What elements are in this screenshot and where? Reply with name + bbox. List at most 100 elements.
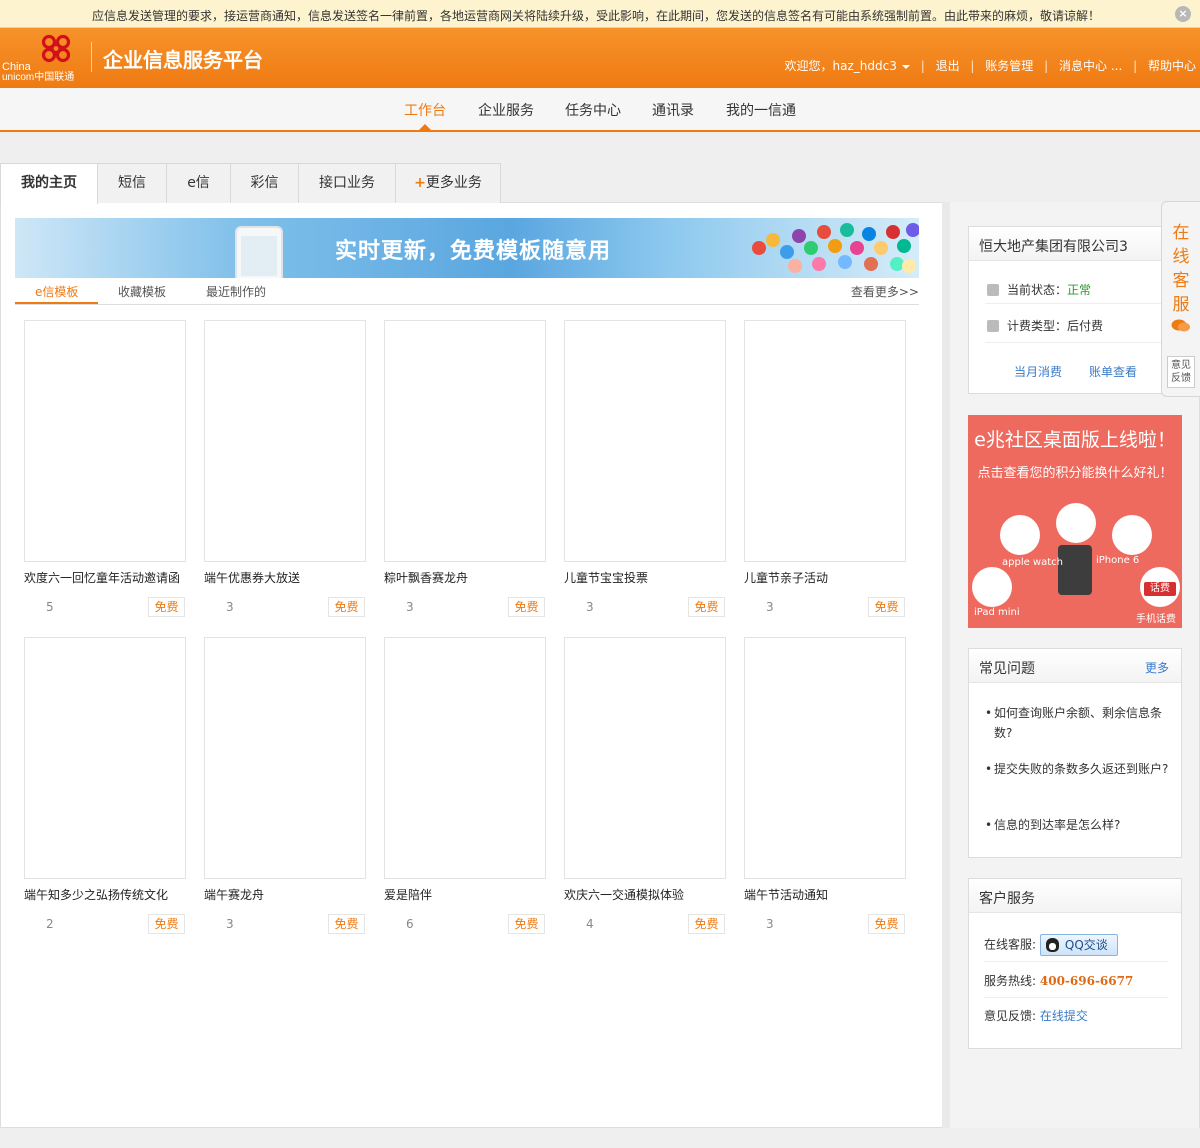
chevron-down-icon[interactable] xyxy=(901,64,910,69)
tab-api-service[interactable]: 接口业务 xyxy=(298,163,396,203)
template-title[interactable]: 端午优惠券大放送 xyxy=(204,569,300,586)
iphone-icon xyxy=(1112,515,1152,555)
view-more-link[interactable]: 查看更多>> xyxy=(851,283,919,300)
template-thumbnail[interactable] xyxy=(744,637,906,879)
free-badge[interactable]: 免费 xyxy=(328,597,365,617)
panel-header: 常见问题 更多 xyxy=(969,649,1181,683)
divider xyxy=(985,303,1167,304)
faq-item[interactable]: 如何查询账户余额、剩余信息条数? xyxy=(985,703,1171,743)
monthly-spend-link[interactable]: 当月消费 xyxy=(1014,363,1062,380)
balloons-image xyxy=(752,223,919,273)
free-badge[interactable]: 免费 xyxy=(688,914,725,934)
template-use-count: 5 xyxy=(46,600,54,614)
feedback-row: 意见反馈: 在线提交 xyxy=(984,1007,1088,1024)
free-badge[interactable]: 免费 xyxy=(868,597,905,617)
app-title: 企业信息服务平台 xyxy=(103,48,263,72)
template-thumbnail[interactable] xyxy=(204,320,366,562)
template-use-count: 3 xyxy=(406,600,414,614)
free-badge[interactable]: 免费 xyxy=(688,597,725,617)
submit-feedback-link[interactable]: 在线提交 xyxy=(1040,1009,1088,1023)
template-title[interactable]: 欢度六一回忆童年活动邀请函 xyxy=(24,569,180,586)
faq-item[interactable]: 提交失败的条数多久返还到账户? xyxy=(985,759,1171,779)
notice-text: 应信息发送管理的要求，接运营商通知，信息发送签名一律前置，各地运营商网关将陆续升… xyxy=(91,9,1100,23)
tab-sms[interactable]: 短信 xyxy=(97,163,167,203)
welcome-user[interactable]: 欢迎您，haz_hddc3 xyxy=(785,59,897,73)
template-thumbnail[interactable] xyxy=(564,637,726,879)
promo-subtitle: 点击查看您的积分能换什么好礼！ xyxy=(977,466,1173,481)
ipad-icon xyxy=(972,567,1012,607)
template-title[interactable]: 端午节活动通知 xyxy=(744,886,828,903)
hotline-number: 400-696-6677 xyxy=(1039,974,1134,988)
template-use-count: 3 xyxy=(586,600,594,614)
template-thumbnail[interactable] xyxy=(24,320,186,562)
nav-item-my-yixintong[interactable]: 我的一信通 xyxy=(726,100,796,120)
hand-phone-image xyxy=(1058,545,1092,595)
tab-e-templates[interactable]: e信模板 xyxy=(35,283,78,300)
nav-item-workbench[interactable]: 工作台 xyxy=(404,100,446,120)
template-use-count: 6 xyxy=(406,917,414,931)
yuan-icon xyxy=(987,320,999,332)
template-title[interactable]: 儿童节宝宝投票 xyxy=(564,569,648,586)
free-badge[interactable]: 免费 xyxy=(868,914,905,934)
help-center-link[interactable]: 帮助中心 xyxy=(1148,59,1196,73)
tab-favorite-templates[interactable]: 收藏模板 xyxy=(118,283,166,300)
tab-more-services[interactable]: +更多业务 xyxy=(395,163,501,203)
logout-link[interactable]: 退出 xyxy=(936,59,960,73)
online-service-tab[interactable]: 在 线 客 服 意见 反馈 xyxy=(1161,201,1200,397)
template-title[interactable]: 粽叶飘香赛龙舟 xyxy=(384,569,468,586)
faq-item[interactable]: 信息的到达率是怎么样? xyxy=(985,815,1171,835)
tab-my-home[interactable]: 我的主页 xyxy=(0,163,98,204)
template-title[interactable]: 爱是陪伴 xyxy=(384,886,432,903)
china-unicom-logo[interactable]: China unicom中国联通 xyxy=(0,28,80,86)
message-center-link[interactable]: 消息中心 ... xyxy=(1059,59,1122,73)
watch-icon xyxy=(1000,515,1040,555)
free-badge[interactable]: 免费 xyxy=(508,597,545,617)
template-thumbnail[interactable] xyxy=(204,637,366,879)
close-icon[interactable]: × xyxy=(1175,6,1191,22)
template-title[interactable]: 端午赛龙舟 xyxy=(204,886,264,903)
nav-item-enterprise-service[interactable]: 企业服务 xyxy=(478,100,534,120)
chat-bubble-icon xyxy=(1171,319,1190,332)
community-promo[interactable]: e兆社区桌面版上线啦！ 点击查看您的积分能换什么好礼！ 话费 apple wat… xyxy=(968,415,1182,628)
side-char: 服 xyxy=(1172,295,1190,315)
template-use-count: 3 xyxy=(766,917,774,931)
template-thumbnail[interactable] xyxy=(24,637,186,879)
bill-view-link[interactable]: 账单查看 xyxy=(1089,363,1137,380)
nav-item-contacts[interactable]: 通讯录 xyxy=(652,100,694,120)
free-badge[interactable]: 免费 xyxy=(148,914,185,934)
promo-title: e兆社区桌面版上线啦！ xyxy=(974,429,1176,451)
nav-underline xyxy=(0,130,1200,132)
account-mgmt-link[interactable]: 账务管理 xyxy=(985,59,1033,73)
template-title[interactable]: 端午知多少之弘扬传统文化 xyxy=(24,886,168,903)
template-thumbnail[interactable] xyxy=(384,320,546,562)
template-tabs: e信模板 收藏模板 最近制作的 查看更多>> xyxy=(15,281,919,305)
template-thumbnail[interactable] xyxy=(744,320,906,562)
billing-value: 后付费 xyxy=(1067,319,1104,333)
divider: | xyxy=(1044,59,1049,73)
hotline-row: 服务热线: 400-696-6677 xyxy=(984,972,1133,989)
template-title[interactable]: 儿童节亲子活动 xyxy=(744,569,828,586)
tab-recent-templates[interactable]: 最近制作的 xyxy=(206,283,266,300)
nav-item-task-center[interactable]: 任务中心 xyxy=(565,100,621,120)
tab-mms[interactable]: 彩信 xyxy=(230,163,299,203)
phone-image xyxy=(235,226,283,278)
qq-chat-button[interactable]: QQ交谈 xyxy=(1039,934,1118,956)
free-badge[interactable]: 免费 xyxy=(508,914,545,934)
faq-more-link[interactable]: 更多 xyxy=(1145,659,1169,676)
notice-bar: 应信息发送管理的要求，接运营商通知，信息发送签名一律前置，各地运营商网关将陆续升… xyxy=(0,0,1200,28)
promo-banner[interactable]: 实时更新，免费模板随意用 xyxy=(15,218,919,278)
divider: | xyxy=(1133,59,1138,73)
faq-title: 常见问题 xyxy=(979,661,1035,677)
free-badge[interactable]: 免费 xyxy=(148,597,185,617)
faq-panel: 常见问题 更多 如何查询账户余额、剩余信息条数? 提交失败的条数多久返还到账户?… xyxy=(968,648,1182,858)
tab-more-label: 更多业务 xyxy=(425,175,482,191)
template-thumbnail[interactable] xyxy=(564,320,726,562)
template-thumbnail[interactable] xyxy=(384,637,546,879)
billing-type-row: 计费类型：后付费 xyxy=(987,317,1103,334)
free-badge[interactable]: 免费 xyxy=(328,914,365,934)
feedback-button[interactable]: 意见 反馈 xyxy=(1167,356,1195,388)
tab-e-message[interactable]: e信 xyxy=(166,163,231,203)
template-title[interactable]: 欢庆六一交通模拟体验 xyxy=(564,886,684,903)
template-use-count: 3 xyxy=(766,600,774,614)
account-panel: 恒大地产集团有限公司3 当前状态：正常 计费类型：后付费 当月消费 账单查看 xyxy=(968,226,1182,394)
